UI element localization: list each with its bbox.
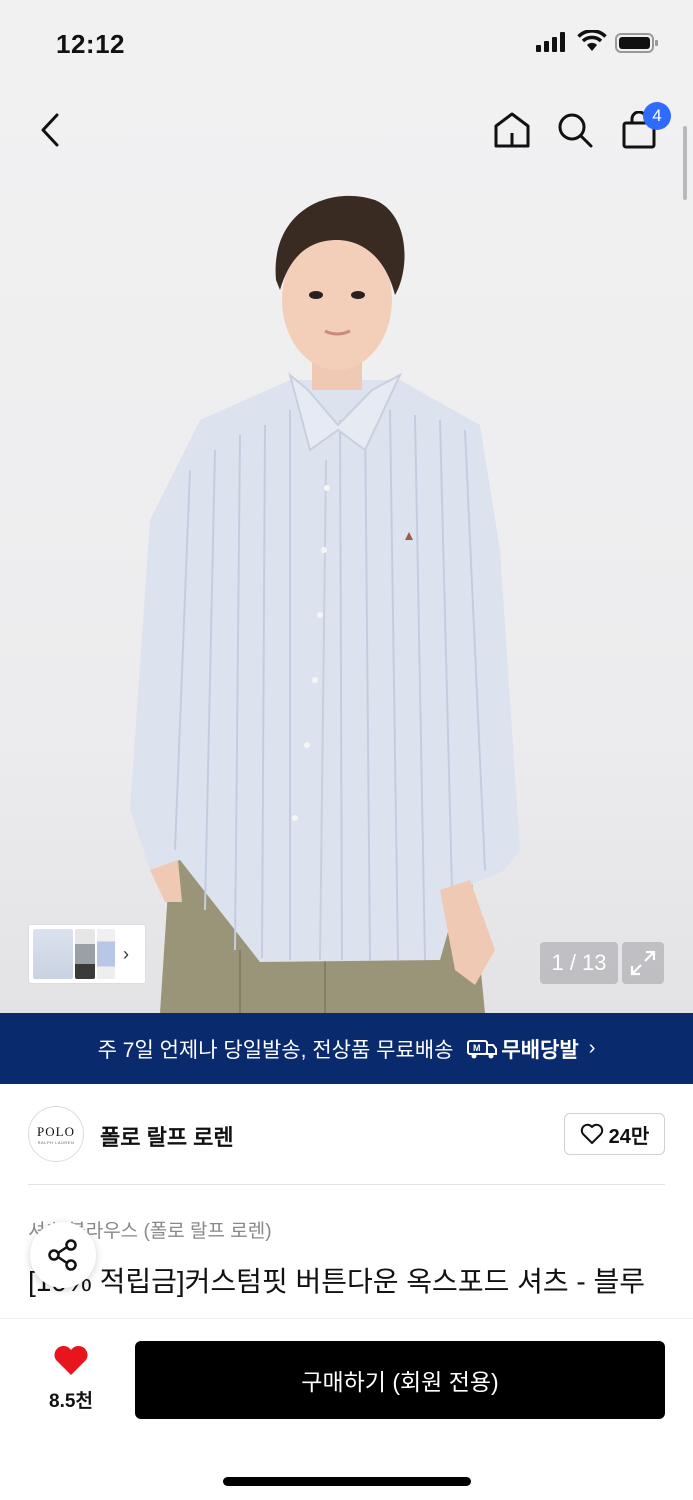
- home-button[interactable]: [490, 108, 534, 152]
- home-indicator: [223, 1477, 471, 1486]
- brand-row: POLO RALPH LAUREN 폴로 랄프 로렌 24만: [28, 1104, 665, 1164]
- chevron-right-icon: ›: [123, 943, 129, 964]
- free-shipping-logo: M 무배당발: [467, 1034, 579, 1064]
- battery-icon: [615, 33, 658, 53]
- back-button[interactable]: [28, 108, 72, 152]
- cart-count-badge: 4: [643, 102, 671, 130]
- brand-like-button[interactable]: 24만: [564, 1113, 665, 1155]
- cart-button[interactable]: 4: [617, 102, 671, 152]
- bottom-action-bar: 8.5천 구매하기 (회원 전용): [0, 1318, 693, 1500]
- banner-logo-text: 무배당발: [501, 1038, 579, 1062]
- brand-logo-subtext: RALPH LAUREN: [37, 1139, 75, 1145]
- scrollbar[interactable]: [683, 126, 687, 200]
- delivery-truck-icon: M: [467, 1039, 498, 1058]
- search-icon: [558, 113, 593, 148]
- buy-button[interactable]: 구매하기 (회원 전용): [135, 1341, 665, 1419]
- expand-icon: [630, 950, 656, 976]
- brand-like-count: 24만: [608, 1125, 650, 1148]
- shipping-banner[interactable]: 주 7일 언제나 당일발송, 전상품 무료배송 M 무배당발 ›: [0, 1013, 693, 1084]
- image-counter: 1 / 13: [540, 942, 618, 984]
- expand-button[interactable]: [622, 942, 664, 984]
- thumbnail[interactable]: [75, 929, 95, 979]
- divider: [28, 1184, 665, 1185]
- brand-logo-text: POLO: [37, 1123, 75, 1139]
- gallery-thumbnails[interactable]: ›: [28, 924, 146, 984]
- search-button[interactable]: [553, 108, 597, 152]
- thumbnail[interactable]: [33, 929, 73, 979]
- product-title: [10% 적립금]커스텀핏 버튼다운 옥스포드 셔츠 - 블루: [28, 1266, 646, 1297]
- chevron-right-icon: ›: [588, 1037, 596, 1059]
- brand-logo[interactable]: POLO RALPH LAUREN: [28, 1106, 84, 1162]
- wishlist-button[interactable]: 8.5천: [34, 1345, 108, 1413]
- product-photo: [130, 195, 520, 1013]
- brand-name[interactable]: 폴로 랄프 로렌: [100, 1120, 234, 1152]
- share-button[interactable]: [30, 1222, 96, 1288]
- share-icon: [48, 1239, 77, 1271]
- product-image[interactable]: [0, 90, 693, 1013]
- svg-text:M: M: [473, 1043, 481, 1053]
- thumbnail[interactable]: [97, 929, 115, 979]
- chevron-left-icon: [41, 113, 59, 147]
- home-icon: [494, 112, 530, 148]
- wishlist-count: 8.5천: [49, 1391, 93, 1412]
- status-time: 12:12: [56, 29, 125, 59]
- banner-text: 주 7일 언제나 당일발송, 전상품 무료배송: [97, 1038, 454, 1062]
- heart-outline-icon: [580, 1123, 603, 1144]
- wifi-icon: [577, 30, 607, 51]
- status-bar: 12:12: [0, 0, 693, 90]
- heart-filled-icon: [54, 1345, 88, 1375]
- top-navigation: 4: [0, 90, 693, 170]
- cellular-signal-icon: [536, 32, 565, 52]
